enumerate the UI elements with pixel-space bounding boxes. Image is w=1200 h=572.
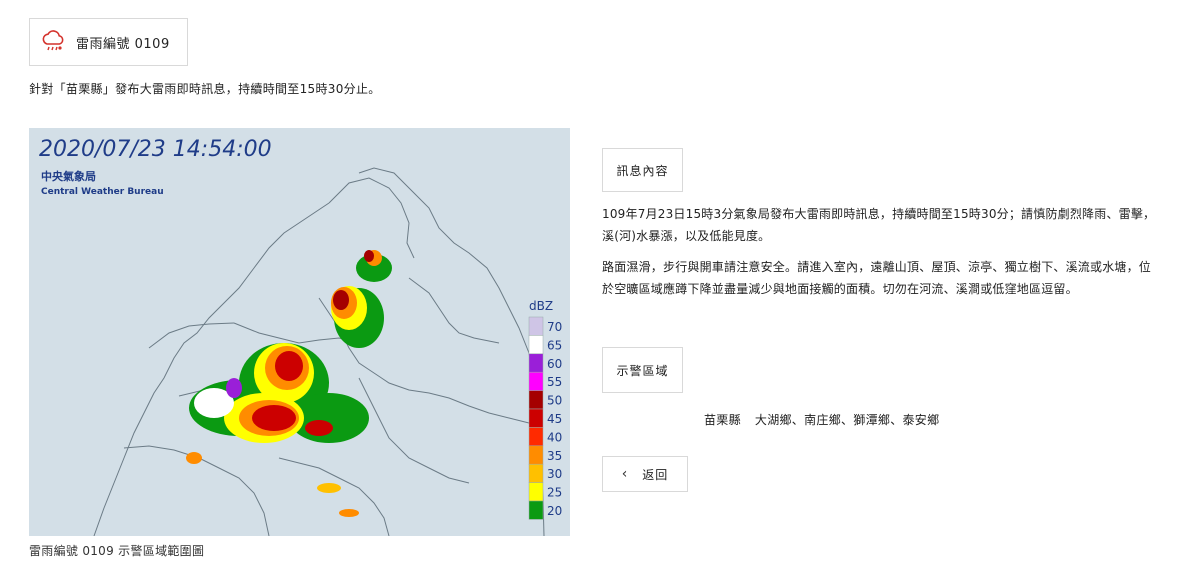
legend-label-70: 70 xyxy=(547,320,562,334)
legend-label-60: 60 xyxy=(547,357,562,371)
legend-swatch-20 xyxy=(528,500,544,520)
map-timestamp: 2020/07/23 14:54:00 xyxy=(39,137,272,162)
warning-area-header: 示警區域 xyxy=(602,347,683,393)
legend-swatch-70 xyxy=(528,316,544,336)
legend-swatch-30 xyxy=(528,463,544,483)
legend-swatch-50 xyxy=(528,390,544,410)
message-paragraph-2: 路面濕滑，步行與開車請注意安全。請進入室內，遠離山頂、屋頂、涼亭、獨立樹下、溪流… xyxy=(602,260,1152,296)
alert-title-box: 雷雨編號 0109 xyxy=(29,18,188,66)
map-caption: 雷雨編號 0109 示警區域範圍圖 xyxy=(29,544,205,558)
legend-label-25: 25 xyxy=(547,486,562,500)
legend-label-55: 55 xyxy=(547,375,562,389)
legend-swatch-45 xyxy=(528,408,544,428)
legend-swatch-60 xyxy=(528,353,544,373)
rain-cloud-icon xyxy=(42,30,64,51)
map-agency-en: Central Weather Bureau xyxy=(41,187,164,197)
legend-label-40: 40 xyxy=(547,430,562,444)
map-agency-zh: 中央氣象局 xyxy=(41,169,96,183)
legend-swatch-55 xyxy=(528,371,544,391)
chevron-left-icon: ‹ xyxy=(621,466,629,482)
legend-label-20: 20 xyxy=(547,504,562,518)
radar-map: 2020/07/23 14:54:00 中央氣象局 Central Weathe… xyxy=(29,128,570,536)
legend-swatch-40 xyxy=(528,427,544,447)
legend-label-50: 50 xyxy=(547,394,562,408)
back-button[interactable]: ‹ 返回 xyxy=(602,456,688,492)
radar-map-svg: 2020/07/23 14:54:00 中央氣象局 Central Weathe… xyxy=(29,128,570,536)
legend-swatch-65 xyxy=(528,335,544,355)
alert-title: 雷雨編號 0109 xyxy=(76,36,170,52)
legend-label-30: 30 xyxy=(547,467,562,481)
legend-unit: dBZ xyxy=(529,299,553,313)
warning-area-line: 苗栗縣 大湖鄉、南庄鄉、獅潭鄉、泰安鄉 xyxy=(704,411,939,428)
legend-swatch-35 xyxy=(528,445,544,465)
warning-area-county: 苗栗縣 xyxy=(704,413,741,427)
warning-area-townships: 大湖鄉、南庄鄉、獅潭鄉、泰安鄉 xyxy=(754,413,940,427)
message-header: 訊息內容 xyxy=(602,148,683,192)
legend-label-65: 65 xyxy=(547,338,562,352)
back-button-label: 返回 xyxy=(642,467,669,482)
legend-label-45: 45 xyxy=(547,412,562,426)
legend-swatch-25 xyxy=(528,482,544,502)
alert-summary: 針對「苗栗縣」發布大雷雨即時訊息，持續時間至15時30分止。 xyxy=(29,82,381,96)
message-paragraph-1: 109年7月23日15時3分氣象局發布大雷雨即時訊息，持續時間至15時30分；請… xyxy=(602,207,1156,243)
legend-label-35: 35 xyxy=(547,449,562,463)
